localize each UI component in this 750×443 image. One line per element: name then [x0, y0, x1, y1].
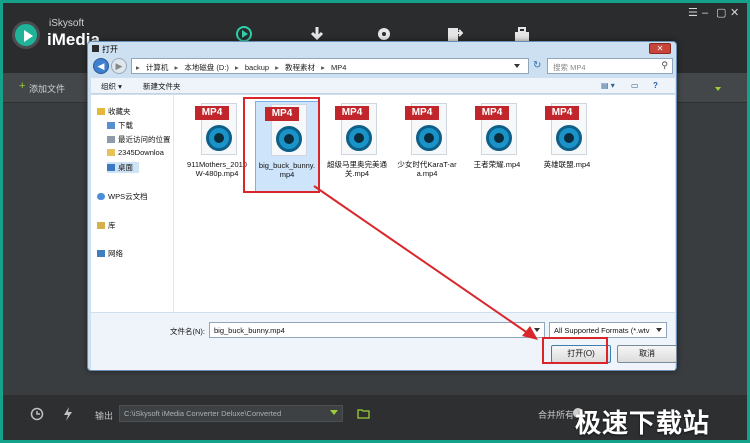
breadcrumb-computer[interactable]: 计算机: [146, 63, 169, 72]
file-item[interactable]: MP4 英雄联盟.mp4: [535, 101, 599, 193]
back-button[interactable]: ◀: [93, 58, 109, 74]
file-name: 超级马里奥完美通关.mp4: [327, 160, 387, 178]
filename-value: big_buck_bunny.mp4: [214, 326, 285, 335]
file-item[interactable]: MP4 超级马里奥完美通关.mp4: [325, 101, 389, 193]
file-name: 911Mothers_2010W-480p.mp4: [187, 160, 247, 178]
help-icon[interactable]: ?: [653, 81, 658, 90]
search-icon: ⚲: [661, 60, 668, 70]
maximize-icon[interactable]: ▢: [716, 7, 726, 19]
new-folder-button[interactable]: 新建文件夹: [143, 81, 181, 92]
dialog-titlebar: 打开 ✕: [88, 42, 676, 56]
add-files-button[interactable]: 添加文件: [29, 82, 65, 95]
recent-places-icon: [107, 136, 115, 143]
command-bar: 组织 ▾ 新建文件夹 ▤ ▾ ▭ ?: [91, 78, 675, 94]
minimize-icon[interactable]: –: [702, 7, 708, 19]
clock-icon[interactable]: [30, 407, 44, 421]
mp4-file-icon: MP4: [335, 103, 379, 157]
app-footer: 输出 C:\iSkysoft iMedia Converter Deluxe\C…: [3, 395, 747, 440]
nav-item-wps-cloud[interactable]: WPS云文档: [97, 191, 148, 202]
output-format-dropdown[interactable]: [675, 81, 723, 97]
search-placeholder: 搜索 MP4: [553, 63, 586, 72]
highlight-open-button: [542, 337, 608, 364]
app-logo-icon: [12, 21, 40, 49]
close-icon[interactable]: ✕: [730, 7, 739, 19]
file-name: 少女时代KaraT-ara.mp4: [397, 160, 457, 178]
dialog-title: 打开: [102, 45, 118, 54]
mp4-file-icon: MP4: [195, 103, 239, 157]
open-file-dialog: 打开 ✕ ◀ ▶ ▸ 计算机 ▸ 本地磁盘 (D:) ▸ backup ▸ 教程…: [87, 41, 677, 371]
address-root-chevron-icon: ▸: [136, 63, 140, 72]
file-name: 英雄联盟.mp4: [543, 160, 591, 169]
brand-small: iSkysoft: [49, 18, 85, 29]
chevron-down-icon[interactable]: [534, 328, 540, 332]
filename-label: 文件名(N):: [170, 327, 205, 336]
address-row: ◀ ▶ ▸ 计算机 ▸ 本地磁盘 (D:) ▸ backup ▸ 教程素材 ▸ …: [91, 56, 675, 76]
organize-button[interactable]: 组织 ▾: [101, 81, 122, 92]
file-item[interactable]: MP4 911Mothers_2010W-480p.mp4: [185, 101, 249, 193]
chevron-down-icon: [330, 410, 338, 415]
download-folder-icon: [107, 122, 115, 129]
nav-item-downloads[interactable]: 下载: [107, 120, 133, 131]
mp4-file-icon: MP4: [545, 103, 589, 157]
cloud-icon: [97, 193, 105, 200]
mp4-file-icon: MP4: [475, 103, 519, 157]
output-path-select[interactable]: C:\iSkysoft iMedia Converter Deluxe\Conv…: [119, 405, 343, 422]
dialog-close-button[interactable]: ✕: [649, 43, 671, 54]
file-type-select[interactable]: All Supported Formats (*.wtv: [549, 322, 667, 338]
merge-all-label: 合并所有: [538, 410, 575, 420]
add-icon[interactable]: +: [19, 80, 25, 92]
file-name: 王者荣耀.mp4: [473, 160, 521, 169]
dialog-app-icon: [92, 45, 99, 52]
breadcrumb-drive[interactable]: 本地磁盘 (D:): [184, 63, 229, 72]
highlight-selected-file: [243, 97, 320, 193]
site-watermark: 极速下载站: [575, 408, 711, 438]
output-label: 输出: [95, 411, 114, 421]
cancel-button[interactable]: 取消: [617, 345, 677, 363]
breadcrumb-tutorial[interactable]: 教程素材: [285, 63, 315, 72]
library-icon: [97, 222, 105, 229]
refresh-icon[interactable]: ↻: [533, 60, 541, 71]
open-folder-icon[interactable]: [357, 408, 370, 419]
chevron-down-icon: [656, 328, 662, 332]
address-dropdown-icon[interactable]: [514, 64, 520, 68]
navigation-pane: 收藏夹 下载 最近访问的位置 2345Downloa 桌面 WPS云文档 库 网…: [91, 95, 174, 312]
folder-icon: [107, 149, 115, 156]
desktop-icon: [107, 164, 115, 171]
view-options-icon[interactable]: ▤ ▾: [601, 81, 615, 90]
search-input[interactable]: 搜索 MP4 ⚲: [547, 58, 673, 74]
breadcrumb-mp4[interactable]: MP4: [331, 63, 346, 72]
star-icon: [97, 108, 105, 115]
chevron-down-icon: [715, 87, 721, 91]
breadcrumb-backup[interactable]: backup: [245, 63, 269, 72]
mp4-file-icon: MP4: [405, 103, 449, 157]
nav-item-libraries[interactable]: 库: [97, 220, 116, 231]
file-type-value: All Supported Formats (*.wtv: [554, 326, 650, 335]
file-item[interactable]: MP4 王者荣耀.mp4: [465, 101, 529, 193]
nav-item-2345downloads[interactable]: 2345Downloa: [107, 148, 164, 157]
nav-item-desktop[interactable]: 桌面: [107, 162, 139, 173]
lightning-icon[interactable]: [63, 407, 73, 421]
dialog-body: 收藏夹 下载 最近访问的位置 2345Downloa 桌面 WPS云文档 库 网…: [91, 95, 675, 312]
address-bar[interactable]: ▸ 计算机 ▸ 本地磁盘 (D:) ▸ backup ▸ 教程素材 ▸ MP4: [131, 58, 529, 74]
file-item[interactable]: MP4 少女时代KaraT-ara.mp4: [395, 101, 459, 193]
output-path-value: C:\iSkysoft iMedia Converter Deluxe\Conv…: [124, 409, 282, 418]
forward-button[interactable]: ▶: [111, 58, 127, 74]
menu-icon[interactable]: ☰: [688, 7, 698, 19]
network-icon: [97, 250, 105, 257]
nav-item-favorites[interactable]: 收藏夹: [97, 106, 131, 117]
nav-item-recent[interactable]: 最近访问的位置: [107, 134, 171, 145]
nav-item-network[interactable]: 网络: [97, 248, 123, 259]
preview-pane-icon[interactable]: ▭: [631, 81, 639, 90]
filename-input[interactable]: big_buck_bunny.mp4: [209, 322, 545, 338]
